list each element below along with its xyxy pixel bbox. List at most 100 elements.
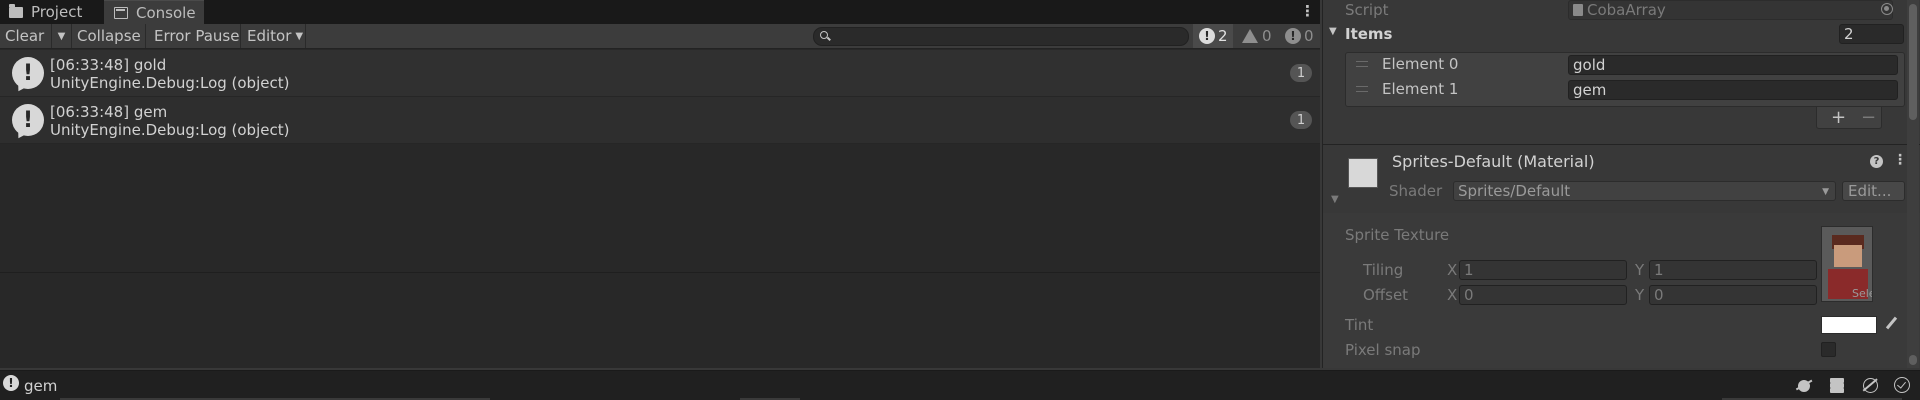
list-controls: + −	[1816, 107, 1882, 129]
shader-label: Shader	[1389, 182, 1443, 200]
pixel-snap-checkbox[interactable]	[1821, 342, 1836, 357]
select-texture-button[interactable]: Select	[1852, 287, 1872, 300]
info-icon: !	[3, 375, 19, 391]
console-panel: Project Console ⋮ Clear ▼ Collapse Error…	[0, 0, 1320, 368]
element-0-label: Element 0	[1382, 55, 1459, 73]
info-count: 2	[1218, 27, 1228, 45]
offset-x-field[interactable]: 0	[1459, 285, 1627, 305]
material-title: Sprites-Default (Material)	[1392, 152, 1595, 171]
info-filter-toggle[interactable]: ! 2	[1193, 24, 1233, 48]
tiling-x-field[interactable]: 1	[1459, 260, 1627, 280]
warning-icon	[1242, 29, 1258, 43]
check-icon[interactable]	[1893, 376, 1911, 394]
more-options-icon[interactable]: ⋮	[1893, 152, 1907, 168]
tiling-y-label: Y	[1635, 261, 1645, 279]
debug-mode-icon[interactable]	[1795, 376, 1813, 394]
editor-dropdown[interactable]: Editor ▼	[241, 24, 306, 48]
tint-label: Tint	[1345, 316, 1374, 334]
eyedropper-icon[interactable]	[1885, 316, 1897, 332]
scrollbar-thumb[interactable]	[1909, 4, 1917, 120]
network-icon[interactable]	[1861, 376, 1879, 394]
collapse-toggle[interactable]: Collapse	[72, 24, 146, 48]
tab-console-label: Console	[136, 3, 196, 22]
element-0-field[interactable]: gold	[1568, 55, 1898, 75]
chevron-down-icon: ▼	[1822, 187, 1829, 197]
offset-y-label: Y	[1635, 286, 1645, 304]
log-message: [06:33:48] gem	[50, 103, 168, 121]
log-entry[interactable]: ! [06:33:48] gold UnityEngine.Debug:Log …	[0, 50, 1320, 97]
info-icon: !	[12, 104, 44, 136]
more-options-icon[interactable]: ⋮	[1300, 3, 1315, 19]
object-picker-icon[interactable]	[1881, 3, 1893, 15]
search-icon	[820, 31, 828, 39]
shader-value: Sprites/Default	[1458, 182, 1571, 200]
drag-handle-icon[interactable]	[1356, 86, 1368, 92]
element-1-label: Element 1	[1382, 80, 1459, 98]
sprite-texture-slot[interactable]: Select	[1821, 226, 1873, 302]
sprite-thumbnail-face	[1834, 245, 1862, 267]
offset-label: Offset	[1363, 286, 1409, 304]
log-stacktrace: UnityEngine.Debug:Log (object)	[50, 121, 290, 139]
shader-dropdown[interactable]: Sprites/Default ▼	[1453, 181, 1836, 201]
items-list: Element 0 gold Element 1 gem	[1345, 52, 1905, 107]
script-value: CobaArray	[1587, 1, 1666, 19]
items-foldout-arrow[interactable]: ▼	[1329, 26, 1337, 37]
error-pause-toggle[interactable]: Error Pause	[146, 24, 241, 48]
tint-color-swatch[interactable]	[1821, 316, 1877, 334]
log-count-badge: 1	[1290, 111, 1312, 129]
folder-icon	[9, 3, 23, 18]
log-entry[interactable]: ! [06:33:48] gem UnityEngine.Debug:Log (…	[0, 97, 1320, 144]
error-icon: !	[1285, 28, 1301, 44]
clear-options-dropdown[interactable]: ▼	[52, 24, 72, 48]
edit-shader-button[interactable]: Edit...	[1842, 181, 1905, 201]
script-label: Script	[1345, 1, 1389, 19]
section-divider	[1323, 144, 1920, 145]
search-input[interactable]	[813, 27, 1189, 46]
detail-splitter[interactable]	[0, 272, 1320, 273]
clear-button[interactable]: Clear	[0, 24, 52, 48]
offset-x-label: X	[1447, 286, 1458, 304]
tab-project-label: Project	[31, 3, 83, 21]
offset-y-field[interactable]: 0	[1649, 285, 1817, 305]
log-message: [06:33:48] gold	[50, 56, 167, 74]
info-icon: !	[12, 57, 44, 89]
element-1-field[interactable]: gem	[1568, 80, 1898, 100]
items-size-field[interactable]: 2	[1839, 24, 1904, 44]
console-icon	[114, 6, 128, 19]
pixel-snap-label: Pixel snap	[1345, 341, 1421, 359]
script-icon	[1573, 4, 1583, 16]
log-list: ! [06:33:48] gold UnityEngine.Debug:Log …	[0, 50, 1320, 144]
inspector-scrollbar[interactable]	[1907, 0, 1919, 368]
tab-project[interactable]: Project	[0, 0, 104, 24]
console-toolbar: Clear ▼ Collapse Error Pause Editor ▼ ! …	[0, 24, 1320, 49]
tab-bar: Project Console ⋮	[0, 0, 1320, 24]
error-count: 0	[1304, 27, 1314, 45]
scrollbar-thumb-lower[interactable]	[1909, 355, 1917, 365]
status-bar: ! gem	[0, 370, 1920, 400]
error-filter-toggle[interactable]: ! 0	[1279, 24, 1319, 48]
info-icon: !	[1199, 28, 1215, 44]
help-icon[interactable]: ?	[1870, 155, 1883, 168]
chevron-down-icon: ▼	[295, 30, 304, 42]
inspector-panel: Script CobaArray ▼ Items 2 Element 0 gol…	[1322, 0, 1920, 368]
log-count-badge: 1	[1290, 64, 1312, 82]
drag-handle-icon[interactable]	[1356, 61, 1368, 67]
tab-console[interactable]: Console	[104, 0, 204, 24]
script-field: CobaArray	[1568, 0, 1893, 20]
material-foldout-arrow[interactable]: ▼	[1331, 194, 1339, 205]
status-message[interactable]: gem	[24, 377, 57, 395]
tiling-label: Tiling	[1363, 261, 1404, 279]
items-label: Items	[1345, 25, 1393, 43]
chevron-down-icon: ▼	[57, 30, 66, 42]
add-element-button[interactable]: +	[1831, 107, 1846, 128]
warning-count: 0	[1262, 27, 1272, 45]
remove-element-button[interactable]: −	[1861, 107, 1876, 128]
tiling-x-label: X	[1447, 261, 1458, 279]
tiling-y-field[interactable]: 1	[1649, 260, 1817, 280]
cache-server-icon[interactable]	[1828, 376, 1846, 394]
material-preview	[1348, 158, 1378, 188]
log-stacktrace: UnityEngine.Debug:Log (object)	[50, 74, 290, 92]
editor-dropdown-label: Editor	[247, 27, 292, 45]
sprite-texture-label: Sprite Texture	[1345, 226, 1450, 244]
warning-filter-toggle[interactable]: 0	[1236, 24, 1276, 48]
